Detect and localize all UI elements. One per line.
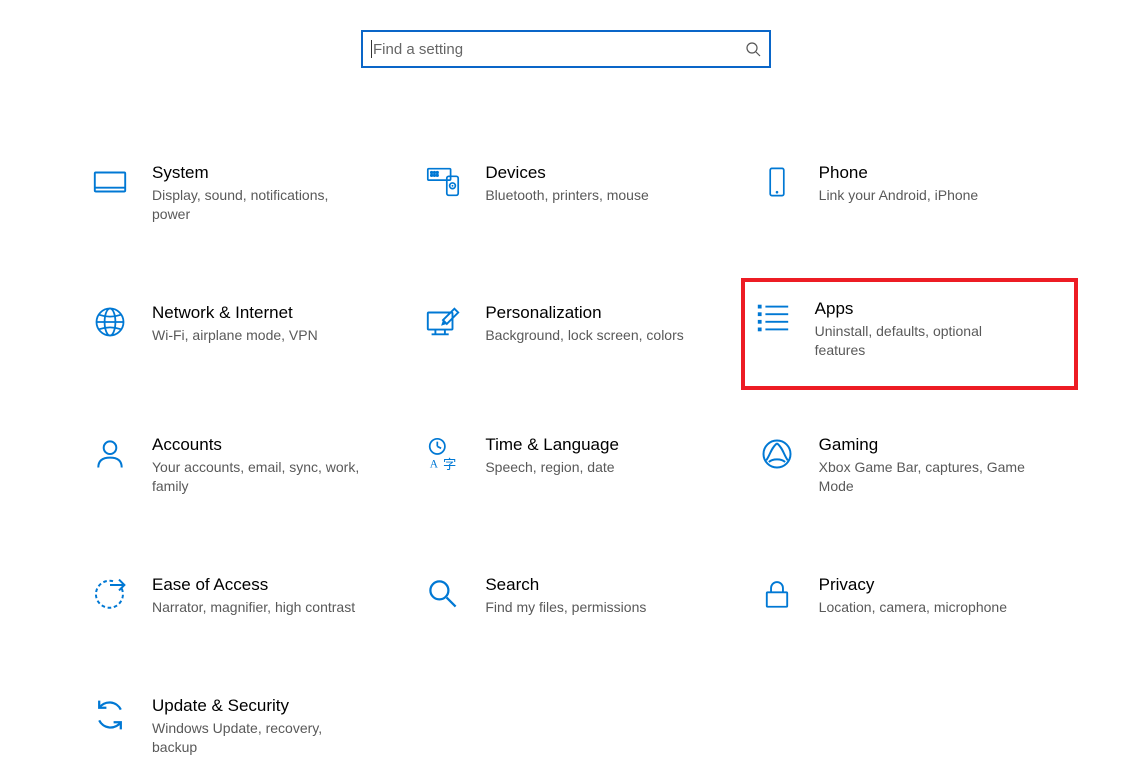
- tile-desc: Uninstall, defaults, optional features: [815, 322, 1025, 360]
- tile-title: Ease of Access: [152, 574, 395, 596]
- personalization-icon: [423, 302, 463, 342]
- search-container: [0, 30, 1132, 68]
- tile-desc: Narrator, magnifier, high contrast: [152, 598, 362, 617]
- tile-texts: Apps Uninstall, defaults, optional featu…: [815, 298, 1066, 360]
- search-input[interactable]: [371, 40, 745, 59]
- tile-ease-of-access[interactable]: Ease of Access Narrator, magnifier, high…: [86, 570, 399, 621]
- tile-texts: System Display, sound, notifications, po…: [152, 162, 395, 224]
- tile-gaming[interactable]: Gaming Xbox Game Bar, captures, Game Mod…: [753, 430, 1066, 500]
- settings-home: System Display, sound, notifications, po…: [0, 0, 1132, 761]
- tile-desc: Bluetooth, printers, mouse: [485, 186, 695, 205]
- tile-desc: Windows Update, recovery, backup: [152, 719, 362, 757]
- tile-texts: Ease of Access Narrator, magnifier, high…: [152, 574, 395, 617]
- tile-title: Devices: [485, 162, 728, 184]
- tile-title: Privacy: [819, 574, 1062, 596]
- tile-texts: Network & Internet Wi-Fi, airplane mode,…: [152, 302, 395, 345]
- apps-icon: [753, 298, 793, 338]
- tile-desc: Xbox Game Bar, captures, Game Mode: [819, 458, 1029, 496]
- tile-title: Gaming: [819, 434, 1062, 456]
- update-icon: [90, 695, 130, 735]
- globe-icon: [90, 302, 130, 342]
- tile-texts: Accounts Your accounts, email, sync, wor…: [152, 434, 395, 496]
- tile-texts: Gaming Xbox Game Bar, captures, Game Mod…: [819, 434, 1062, 496]
- search-icon: [745, 41, 761, 57]
- tile-time-language[interactable]: A 字 Time & Language Speech, region, date: [419, 430, 732, 500]
- tile-title: Time & Language: [485, 434, 728, 456]
- tile-title: Network & Internet: [152, 302, 395, 324]
- tile-texts: Update & Security Windows Update, recove…: [152, 695, 395, 757]
- tile-desc: Find my files, permissions: [485, 598, 695, 617]
- tile-desc: Display, sound, notifications, power: [152, 186, 362, 224]
- tile-privacy[interactable]: Privacy Location, camera, microphone: [753, 570, 1066, 621]
- text-caret: [371, 40, 372, 58]
- tile-accounts[interactable]: Accounts Your accounts, email, sync, wor…: [86, 430, 399, 500]
- tile-title: System: [152, 162, 395, 184]
- system-icon: [90, 162, 130, 202]
- tile-desc: Your accounts, email, sync, work, family: [152, 458, 362, 496]
- tile-texts: Time & Language Speech, region, date: [485, 434, 728, 477]
- tile-apps[interactable]: Apps Uninstall, defaults, optional featu…: [743, 280, 1076, 388]
- tile-search[interactable]: Search Find my files, permissions: [419, 570, 732, 621]
- phone-icon: [757, 162, 797, 202]
- tile-system[interactable]: System Display, sound, notifications, po…: [86, 158, 399, 228]
- tile-texts: Privacy Location, camera, microphone: [819, 574, 1062, 617]
- tile-texts: Search Find my files, permissions: [485, 574, 728, 617]
- tile-desc: Location, camera, microphone: [819, 598, 1029, 617]
- tile-title: Phone: [819, 162, 1062, 184]
- tile-update-security[interactable]: Update & Security Windows Update, recove…: [86, 691, 399, 761]
- svg-text:A: A: [430, 458, 439, 470]
- tile-desc: Speech, region, date: [485, 458, 695, 477]
- tile-texts: Devices Bluetooth, printers, mouse: [485, 162, 728, 205]
- search-box[interactable]: [361, 30, 771, 68]
- tile-network[interactable]: Network & Internet Wi-Fi, airplane mode,…: [86, 298, 399, 360]
- tile-title: Apps: [815, 298, 1066, 320]
- time-language-icon: A 字: [423, 434, 463, 474]
- person-icon: [90, 434, 130, 474]
- tile-title: Accounts: [152, 434, 395, 456]
- gaming-icon: [757, 434, 797, 474]
- lock-icon: [757, 574, 797, 614]
- svg-text:字: 字: [443, 457, 456, 472]
- tile-personalization[interactable]: Personalization Background, lock screen,…: [419, 298, 732, 360]
- tile-title: Update & Security: [152, 695, 395, 717]
- tile-devices[interactable]: Devices Bluetooth, printers, mouse: [419, 158, 732, 228]
- tile-desc: Background, lock screen, colors: [485, 326, 695, 345]
- tile-title: Personalization: [485, 302, 728, 324]
- tile-texts: Phone Link your Android, iPhone: [819, 162, 1062, 205]
- tile-desc: Wi-Fi, airplane mode, VPN: [152, 326, 362, 345]
- magnifier-icon: [423, 574, 463, 614]
- ease-of-access-icon: [90, 574, 130, 614]
- settings-grid: System Display, sound, notifications, po…: [66, 158, 1066, 761]
- tile-title: Search: [485, 574, 728, 596]
- tile-texts: Personalization Background, lock screen,…: [485, 302, 728, 345]
- devices-icon: [423, 162, 463, 202]
- tile-desc: Link your Android, iPhone: [819, 186, 1029, 205]
- tile-phone[interactable]: Phone Link your Android, iPhone: [753, 158, 1066, 228]
